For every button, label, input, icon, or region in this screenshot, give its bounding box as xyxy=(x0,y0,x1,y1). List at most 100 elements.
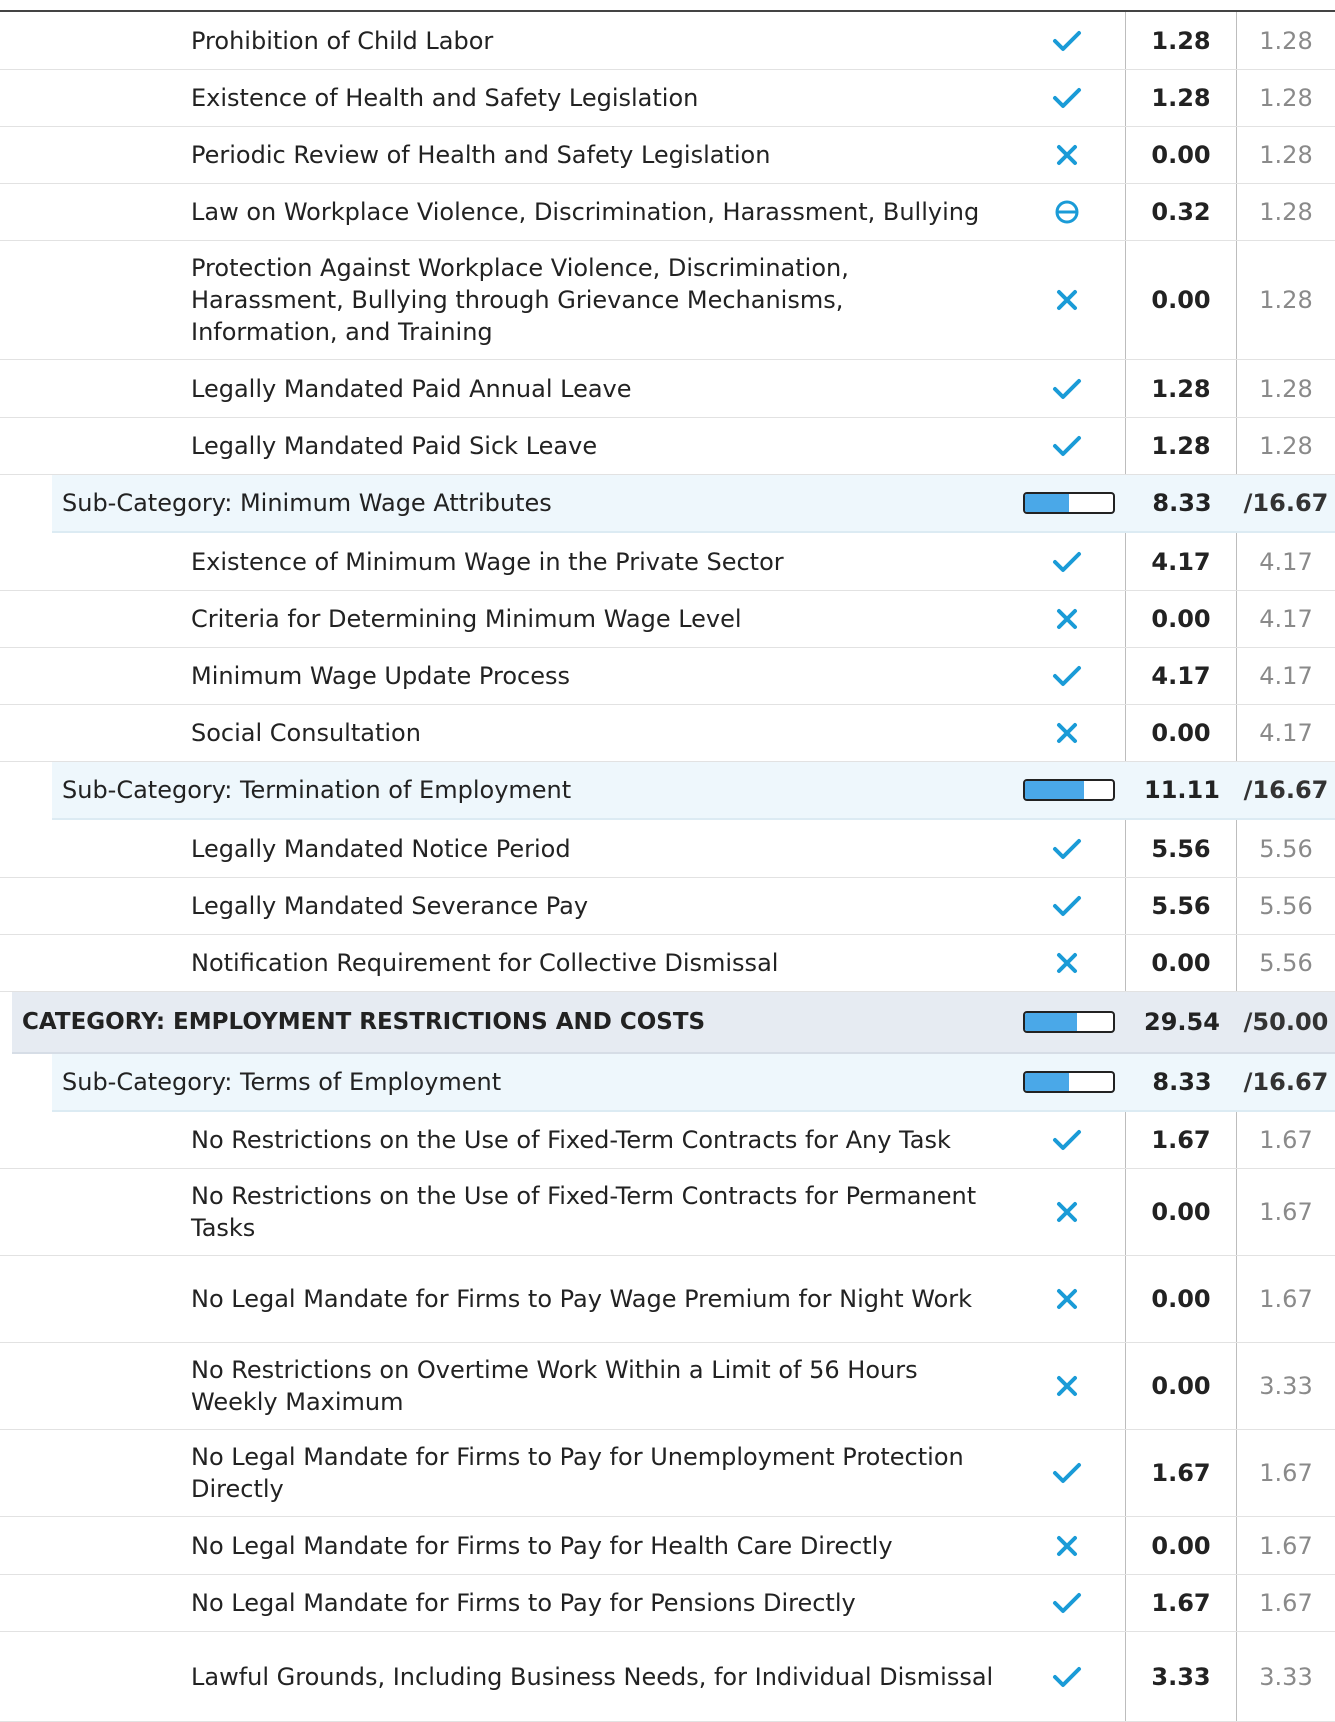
max-score-value: 4.17 xyxy=(1259,605,1313,633)
max-score-value: 1.67 xyxy=(1259,1285,1313,1313)
score-value: 5.56 xyxy=(1126,878,1237,934)
indicator-label: No Restrictions on Overtime Work Within … xyxy=(191,1356,918,1416)
max-score-value: /16.67 xyxy=(1243,776,1329,804)
indicator-label: Periodic Review of Health and Safety Leg… xyxy=(191,141,771,169)
indicator-label: Minimum Wage Update Process xyxy=(191,662,570,690)
max-score-value: 4.17 xyxy=(1259,719,1313,747)
max-score-value: 1.67 xyxy=(1259,1531,1313,1560)
indicator-label: Legally Mandated Paid Sick Leave xyxy=(191,432,598,460)
score-value: 1.67 xyxy=(1126,1112,1237,1168)
progress-bar-track xyxy=(1023,492,1115,514)
subcategory-label: Sub-Category: Termination of Employment xyxy=(62,776,572,804)
score-value: 0.00 xyxy=(1126,1343,1237,1429)
progress-bar-fill xyxy=(1025,1073,1069,1091)
score-value: 1.28 xyxy=(1126,360,1237,417)
max-score-value: 1.67 xyxy=(1259,1589,1313,1617)
max-score-value: 5.56 xyxy=(1259,834,1313,863)
progress-bar xyxy=(1011,762,1127,818)
cross-icon xyxy=(1009,591,1126,647)
indicator-label: No Legal Mandate for Firms to Pay for Un… xyxy=(191,1443,964,1503)
check-icon xyxy=(1009,418,1126,474)
max-score-value: 1.28 xyxy=(1259,84,1313,112)
indicator-row: No Legal Mandate for Firms to Pay for Un… xyxy=(0,1430,1335,1517)
max-score-value: 4.17 xyxy=(1259,662,1313,690)
indicator-label: Lawful Grounds, Including Business Needs… xyxy=(191,1662,994,1691)
indicator-row: No Legal Mandate for Firms to Pay Wage P… xyxy=(0,1256,1335,1343)
indicator-label: No Legal Mandate for Firms to Pay for He… xyxy=(191,1531,893,1560)
check-icon xyxy=(1009,1112,1126,1168)
indicator-label: Legally Mandated Paid Annual Leave xyxy=(191,374,632,403)
subcategory-label: Sub-Category: Minimum Wage Attributes xyxy=(62,489,552,517)
check-icon xyxy=(1009,648,1126,704)
max-score-value: 1.67 xyxy=(1259,1198,1313,1226)
score-value: 1.28 xyxy=(1126,70,1237,126)
cross-icon xyxy=(1009,127,1126,183)
category-row[interactable]: CATEGORY: EMPLOYMENT RESTRICTIONS AND CO… xyxy=(12,992,1335,1054)
indicator-row: Law on Workplace Violence, Discriminatio… xyxy=(0,184,1335,241)
max-score-value: /16.67 xyxy=(1243,489,1329,517)
check-icon xyxy=(1009,533,1126,590)
indicator-row: Periodic Review of Health and Safety Leg… xyxy=(0,127,1335,184)
indicator-row: Legally Mandated Paid Annual Leave 1.28 1.… xyxy=(0,360,1335,418)
score-value: 29.54 xyxy=(1144,1008,1220,1036)
indicator-row: Legally Mandated Severance Pay 5.56 5.56 xyxy=(0,878,1335,935)
score-value: 0.00 xyxy=(1126,127,1237,183)
max-score-value: 1.28 xyxy=(1259,374,1313,403)
check-icon xyxy=(1009,878,1126,934)
indicator-label: Criteria for Determining Minimum Wage Le… xyxy=(191,605,742,633)
score-value: 4.17 xyxy=(1126,648,1237,704)
indicator-row: Protection Against Workplace Violence, D… xyxy=(0,241,1335,360)
indicator-row: Social Consultation 0.00 4.17 xyxy=(0,705,1335,762)
score-value: 1.67 xyxy=(1126,1575,1237,1631)
subcategory-row[interactable]: Sub-Category: Minimum Wage Attributes 8.3… xyxy=(52,475,1335,533)
indicator-label: No Restrictions on the Use of Fixed-Term… xyxy=(191,1126,951,1154)
indicator-label: Protection Against Workplace Violence, D… xyxy=(191,254,849,346)
score-value: 0.00 xyxy=(1126,935,1237,991)
score-value: 1.28 xyxy=(1126,12,1237,69)
subcategory-row[interactable]: Sub-Category: Termination of Employment 1… xyxy=(52,762,1335,820)
check-icon xyxy=(1009,360,1126,417)
max-score-value: 1.67 xyxy=(1259,1459,1313,1487)
indicator-row: Criteria for Determining Minimum Wage Le… xyxy=(0,591,1335,648)
indicator-row: Lawful Grounds, Including Business Needs… xyxy=(0,1632,1335,1722)
indicator-row: No Restrictions on the Use of Fixed-Term… xyxy=(0,1112,1335,1169)
max-score-value: /50.00 xyxy=(1243,1008,1329,1036)
check-icon xyxy=(1009,70,1126,126)
cross-icon xyxy=(1009,1517,1126,1574)
score-value: 0.00 xyxy=(1126,241,1237,359)
subcategory-row[interactable]: Sub-Category: Terms of Employment 8.33/16… xyxy=(52,1054,1335,1112)
score-value: 0.00 xyxy=(1126,1256,1237,1342)
indicator-label: No Legal Mandate for Firms to Pay for Pe… xyxy=(191,1589,856,1617)
cross-icon xyxy=(1009,1256,1126,1342)
score-value: 4.17 xyxy=(1126,533,1237,590)
indicator-row: No Restrictions on the Use of Fixed-Term… xyxy=(0,1169,1335,1256)
max-score-value: 1.28 xyxy=(1259,432,1313,460)
score-value: 1.28 xyxy=(1126,418,1237,474)
cross-icon xyxy=(1009,1169,1126,1255)
indicator-label: Social Consultation xyxy=(191,719,421,747)
progress-bar xyxy=(1011,475,1127,531)
indicator-label: Law on Workplace Violence, Discriminatio… xyxy=(191,198,980,226)
progress-bar-track xyxy=(1023,1011,1115,1033)
progress-bar-track xyxy=(1023,779,1115,801)
max-score-value: 5.56 xyxy=(1259,892,1313,920)
cross-icon xyxy=(1009,1343,1126,1429)
max-score-value: 1.67 xyxy=(1259,1126,1313,1154)
indicator-row: Existence of Health and Safety Legislati… xyxy=(0,70,1335,127)
max-score-value: 1.28 xyxy=(1259,26,1313,55)
score-value: 0.00 xyxy=(1126,591,1237,647)
check-icon xyxy=(1009,12,1126,69)
max-score-value: 1.28 xyxy=(1259,286,1313,314)
scores-table: Prohibition of Child Labor 1.28 1.28 Existe… xyxy=(0,12,1335,1722)
indicator-label: Existence of Health and Safety Legislati… xyxy=(191,84,699,112)
subcategory-label: Sub-Category: Terms of Employment xyxy=(62,1068,502,1096)
max-score-value: 3.33 xyxy=(1259,1372,1313,1400)
indicator-row: No Legal Mandate for Firms to Pay for Pe… xyxy=(0,1575,1335,1632)
score-value: 0.32 xyxy=(1126,184,1237,240)
indicator-row: Legally Mandated Paid Sick Leave 1.28 1.28 xyxy=(0,418,1335,475)
score-value: 0.00 xyxy=(1126,1517,1237,1574)
partial-icon xyxy=(1009,184,1126,240)
progress-bar-fill xyxy=(1025,494,1069,512)
top-divider xyxy=(0,0,1335,12)
indicator-label: No Restrictions on the Use of Fixed-Term… xyxy=(191,1182,977,1242)
